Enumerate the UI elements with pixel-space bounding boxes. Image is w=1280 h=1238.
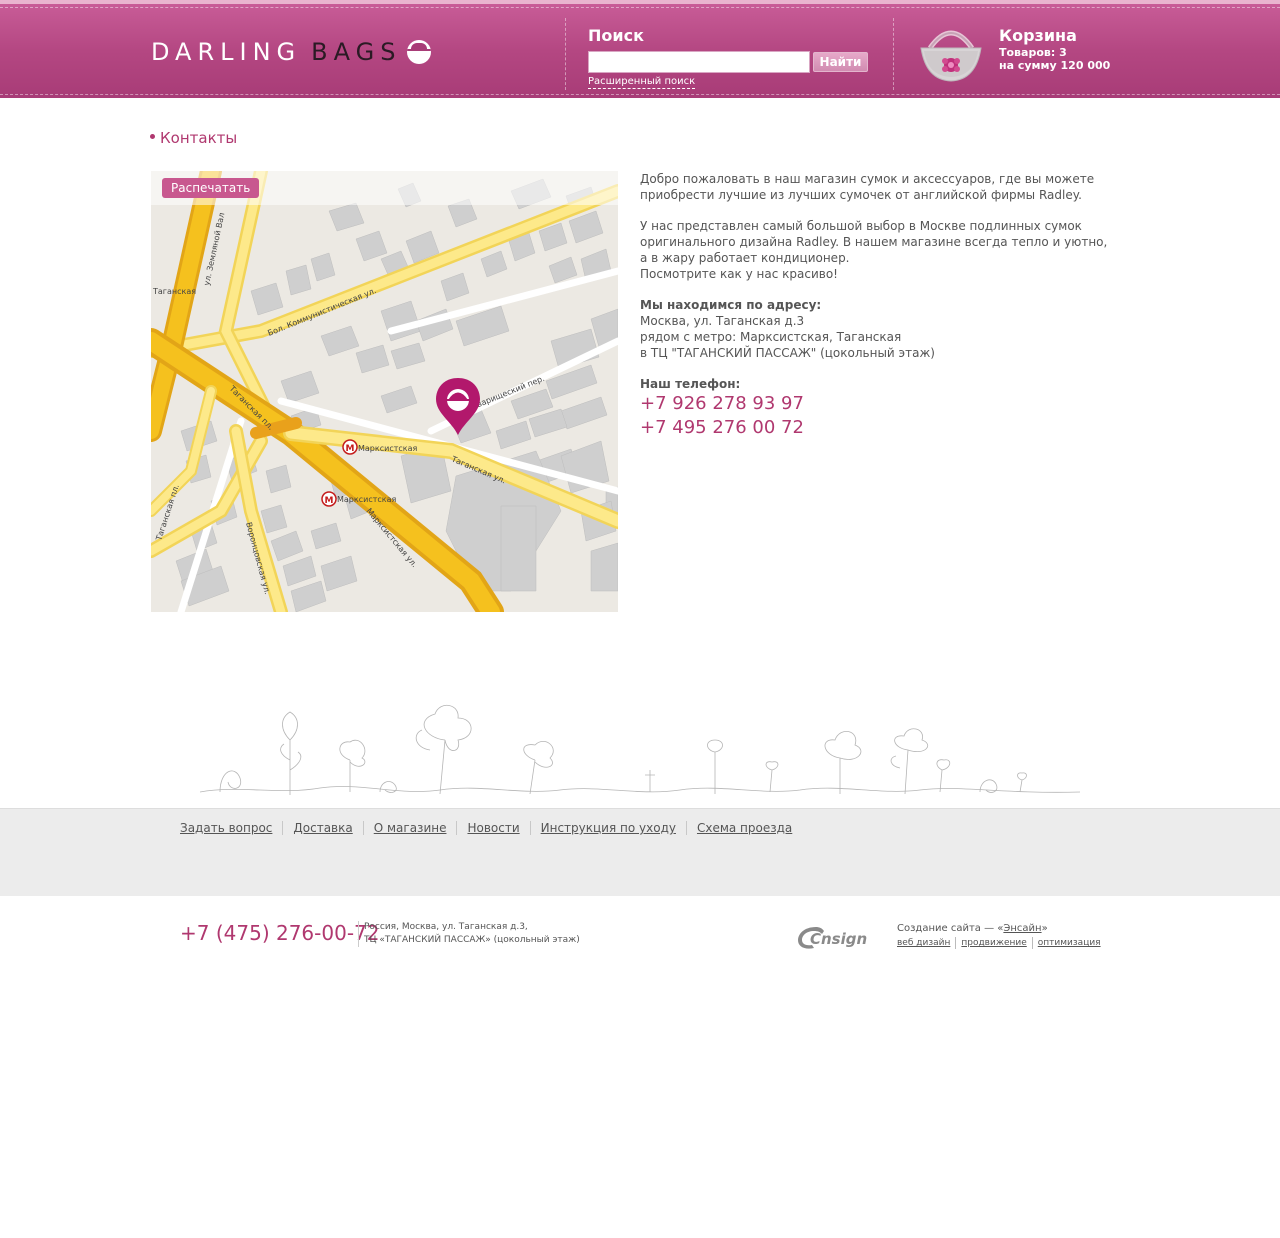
footer-link-about[interactable]: О магазине [362, 821, 457, 835]
header-divider [565, 18, 566, 90]
cart-bag-icon[interactable] [918, 24, 984, 84]
map-label-taganskaya: Таганская [152, 287, 196, 296]
breadcrumb-current: Контакты [160, 129, 238, 147]
footer-nav: Задать вопрос Доставка О магазине Новост… [0, 808, 1280, 896]
breadcrumb: Контакты [150, 129, 237, 147]
address-line: Москва, ул. Таганская д.3 [640, 314, 805, 328]
about-paragraph: У нас представлен самый большой выбор в … [640, 218, 1110, 282]
ensign-prefix: Создание сайта — « [897, 923, 1004, 934]
cart-title[interactable]: Корзина [999, 26, 1077, 45]
phone-block: Наш телефон: +7 926 278 93 97 +7 495 276… [640, 376, 1110, 440]
footer-link-delivery[interactable]: Доставка [282, 821, 362, 835]
location-map[interactable]: М М Марксистская Марксистская Таганская … [151, 171, 618, 612]
search-input[interactable] [588, 51, 810, 73]
ensign-links: веб дизайн продвижение оптимизация [897, 937, 1106, 949]
site-header: DARLING BAGS Поиск Найти Расширенный пои… [0, 0, 1280, 98]
map-label-metro: Марксистская [337, 495, 397, 504]
search-title: Поиск [588, 26, 644, 45]
ensign-suffix: » [1041, 923, 1048, 934]
footer-link-label: Схема проезда [696, 821, 793, 835]
logo-word-bags: BAGS [311, 38, 402, 66]
header-divider [893, 18, 894, 90]
print-button[interactable]: Распечатать [162, 178, 260, 198]
footer-menu: Задать вопрос Доставка О магазине Новост… [180, 821, 802, 835]
bullet-icon [150, 134, 155, 139]
footer-link-label: Новости [467, 821, 520, 835]
footer-link-label: О магазине [373, 821, 447, 835]
logo[interactable]: DARLING BAGS [151, 38, 432, 66]
phone-number: +7 926 278 93 97 [640, 393, 804, 414]
footer-link-directions[interactable]: Схема проезда [685, 821, 802, 835]
address-label: Мы находимся по адресу: [640, 298, 822, 312]
ensign-link-optimization[interactable]: оптимизация [1031, 937, 1106, 949]
contact-info: Добро пожаловать в наш магазин сумок и а… [640, 171, 1110, 440]
footer-link-label: Задать вопрос [180, 821, 273, 835]
footer-link-news[interactable]: Новости [456, 821, 529, 835]
footer-address-line: ТЦ «ТАГАНСКИЙ ПАССАЖ» (цокольный этаж) [364, 935, 580, 945]
advanced-search-link[interactable]: Расширенный поиск [588, 76, 696, 89]
cart-total: на сумму 120 000 [999, 59, 1111, 72]
footer-address-line: Россия, Москва, ул. Таганская д.3, [364, 922, 528, 932]
address-mall: в ТЦ "ТАГАНСКИЙ ПАССАЖ" (цокольный этаж) [640, 346, 935, 360]
footer-address: Россия, Москва, ул. Таганская д.3, ТЦ «Т… [358, 921, 580, 947]
intro-paragraph: Добро пожаловать в наш магазин сумок и а… [640, 172, 1095, 202]
footer-link-label: Инструкция по уходу [540, 821, 676, 835]
logo-word-darling: DARLING [151, 38, 302, 66]
flowers-decoration [200, 705, 1080, 795]
cart-items-count: Товаров: 3 [999, 46, 1067, 59]
address-metro: рядом с метро: Марксистская, Таганская [640, 330, 902, 344]
ensign-link-promotion[interactable]: продвижение [955, 937, 1031, 949]
phone-number: +7 495 276 00 72 [640, 417, 804, 438]
svg-text:М: М [325, 496, 334, 506]
logo-bag-icon [407, 40, 432, 64]
phone-label: Наш телефон: [640, 377, 741, 391]
ensign-logo-text: Cnsign [810, 930, 867, 948]
map-label-street: Бол. Коммунистическая ул. [266, 286, 377, 338]
footer-phone: +7 (475) 276-00-72 [180, 921, 380, 945]
ensign-link-webdesign[interactable]: веб дизайн [897, 937, 955, 949]
footer-link-care[interactable]: Инструкция по уходу [529, 821, 686, 835]
about-text: У нас представлен самый большой выбор в … [640, 219, 1108, 265]
map-label-metro: Марксистская [358, 444, 418, 453]
footer-link-label: Доставка [293, 821, 353, 835]
search-button[interactable]: Найти [813, 52, 868, 72]
address-block: Мы находимся по адресу: Москва, ул. Тага… [640, 297, 1110, 361]
ensign-link[interactable]: Энсайн [1003, 923, 1041, 934]
about-text-2: Посмотрите как у нас красиво! [640, 267, 838, 281]
ensign-credit: Создание сайта — «Энсайн» [897, 922, 1048, 936]
footer-link-ask[interactable]: Задать вопрос [180, 821, 282, 835]
svg-text:М: М [346, 444, 355, 454]
map-canvas: М М Марксистская Марксистская Таганская … [151, 171, 618, 612]
ensign-logo[interactable]: Cnsign [796, 922, 888, 952]
